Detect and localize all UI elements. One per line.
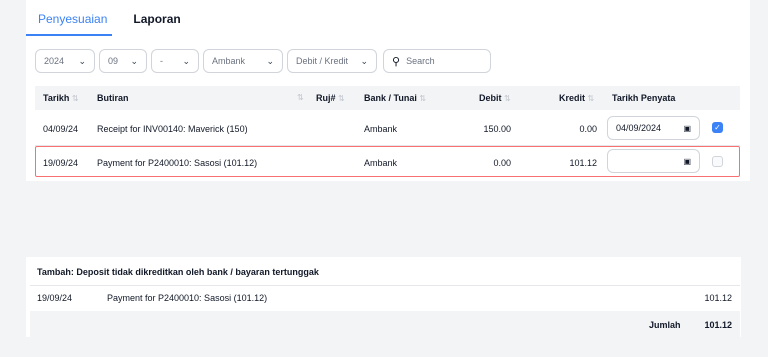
- chevron-down-icon: ⌄: [360, 55, 368, 66]
- search-input[interactable]: ⚲ Search: [383, 49, 491, 73]
- filter-bar: 2024 ⌄ 09 ⌄ - ⌄ Ambank ⌄ Debit / Kredit …: [35, 48, 491, 74]
- search-placeholder: Search: [406, 56, 435, 66]
- chevron-down-icon: ⌄: [266, 55, 274, 66]
- sort-icon: ⇅: [338, 94, 345, 103]
- row-date: 04/09/24: [43, 124, 79, 134]
- total-label: Jumlah: [649, 320, 681, 330]
- table-row[interactable]: 19/09/24 Payment for P2400010: Sasosi (1…: [35, 146, 740, 177]
- row-credit: 101.12: [569, 158, 597, 168]
- sort-icon: ⇅: [71, 94, 79, 103]
- col-date[interactable]: Tarikh ⇅: [43, 93, 79, 103]
- table-row[interactable]: 04/09/24 Receipt for INV00140: Maverick …: [35, 113, 740, 143]
- bank-value: Ambank: [212, 56, 246, 66]
- row-bank: Ambank: [364, 124, 398, 134]
- type-select[interactable]: Debit / Kredit ⌄: [287, 49, 377, 73]
- calendar-icon[interactable]: ▣: [683, 124, 691, 133]
- col-desc[interactable]: Butiran: [97, 93, 129, 103]
- total-row: [30, 311, 740, 337]
- outstanding-amount: 101.12: [704, 293, 732, 303]
- day-select[interactable]: - ⌄: [151, 49, 199, 73]
- search-icon: ⚲: [392, 55, 401, 68]
- sort-icon: ⇅: [504, 94, 511, 103]
- outstanding-desc: Payment for P2400010: Sasosi (101.12): [107, 293, 268, 303]
- statement-date-input[interactable]: 04/09/2024 ▣: [607, 116, 700, 140]
- year-value: 2024: [44, 56, 65, 66]
- chevron-down-icon: ⌄: [130, 55, 138, 66]
- col-credit[interactable]: Kredit ⇅: [559, 93, 594, 103]
- sort-icon[interactable]: ⇅: [297, 93, 304, 102]
- type-value: Debit / Kredit: [296, 56, 349, 66]
- active-tab-indicator: [26, 34, 112, 36]
- table-header: Tarikh ⇅ Butiran ⇅ Ruj# ⇅ Bank / Tunai ⇅…: [35, 86, 740, 110]
- statement-date-input[interactable]: ▣: [607, 149, 700, 173]
- month-select[interactable]: 09 ⌄: [99, 49, 147, 73]
- reconciled-checkbox[interactable]: [712, 156, 723, 167]
- col-bank[interactable]: Bank / Tunai ⇅: [364, 93, 426, 103]
- divider: [30, 285, 740, 286]
- calendar-icon[interactable]: ▣: [683, 157, 691, 166]
- tab-laporan[interactable]: Laporan: [133, 9, 180, 37]
- statement-date-value: 04/09/2024: [616, 123, 662, 133]
- sort-icon: ⇅: [419, 94, 427, 103]
- outstanding-title: Tambah: Deposit tidak dikreditkan oleh b…: [37, 267, 319, 277]
- row-desc: Payment for P2400010: Sasosi (101.12): [97, 158, 258, 168]
- col-stmt-date[interactable]: Tarikh Penyata: [612, 93, 675, 103]
- month-value: 09: [108, 56, 119, 66]
- day-value: -: [160, 56, 163, 66]
- total-value: 101.12: [704, 320, 732, 330]
- row-debit: 0.00: [493, 158, 511, 168]
- year-select[interactable]: 2024 ⌄: [35, 49, 95, 73]
- tab-bar: Penyesuaian Laporan: [38, 9, 207, 37]
- reconciled-checkbox[interactable]: ✓: [712, 122, 723, 133]
- row-bank: Ambank: [364, 158, 398, 168]
- sort-icon: ⇅: [587, 94, 595, 103]
- row-credit: 0.00: [579, 124, 597, 134]
- col-ref[interactable]: Ruj# ⇅: [316, 93, 345, 103]
- bank-select[interactable]: Ambank ⌄: [203, 49, 283, 73]
- row-desc: Receipt for INV00140: Maverick (150): [97, 124, 248, 134]
- outstanding-date: 19/09/24: [37, 293, 73, 303]
- chevron-down-icon: ⌄: [78, 55, 86, 66]
- row-date: 19/09/24: [43, 158, 79, 168]
- row-debit: 150.00: [483, 124, 511, 134]
- tab-penyesuaian[interactable]: Penyesuaian: [38, 9, 107, 37]
- chevron-down-icon: ⌄: [182, 55, 190, 66]
- col-debit[interactable]: Debit ⇅: [479, 93, 511, 103]
